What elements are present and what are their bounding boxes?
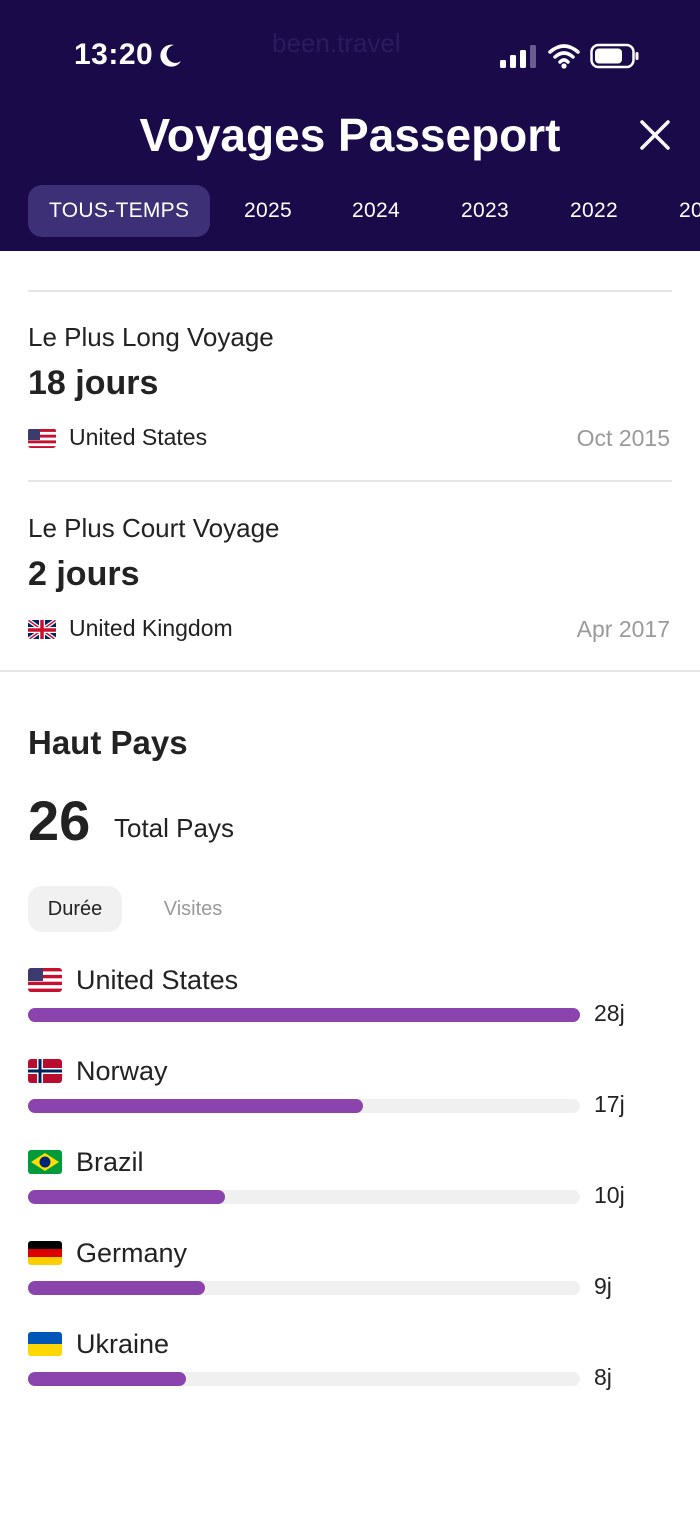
page-title: Voyages Passeport [139,109,561,161]
status-time: 13:20 [74,38,154,71]
country-name: United States [76,964,239,995]
duration-bar-track [28,1099,580,1113]
year-tabs: TOUS-TEMPS 2025 2024 2023 2022 2021 [0,185,700,237]
duration-value: 17j [594,1091,625,1117]
cellular-signal-icon [500,45,536,68]
duration-value: 9j [594,1273,612,1299]
tab-2025[interactable]: 2025 [244,185,292,237]
germany-flag-icon [28,1241,62,1265]
brazil-flag-icon [28,1150,62,1174]
country-row-norway: Norway 17j [28,1053,668,1133]
tab-2023[interactable]: 2023 [461,185,509,237]
tab-2022[interactable]: 2022 [570,185,618,237]
section-divider [0,670,700,672]
country-row-germany: Germany 9j [28,1235,668,1315]
divider [28,290,672,292]
shortest-trip-country-name: United Kingdom [69,615,233,641]
duration-bar-fill [28,1281,206,1295]
duration-bar-track [28,1190,580,1204]
duration-value: 28j [594,1000,625,1026]
close-icon[interactable] [638,118,672,152]
norway-flag-icon [28,1059,62,1083]
country-name: Norway [76,1055,168,1086]
country-row-united-states: United States 28j [28,962,668,1042]
divider [28,480,672,482]
duration-value: 8j [594,1364,612,1390]
duration-bar-track [28,1281,580,1295]
country-row-brazil: Brazil 10j [28,1144,668,1224]
duration-bar-track [28,1008,580,1022]
us-flag-icon [28,428,56,448]
country-name: Brazil [76,1146,144,1177]
ukraine-flag-icon [28,1332,62,1356]
duration-bar-fill [28,1099,364,1113]
shortest-trip-label: Le Plus Court Voyage [28,513,280,543]
duration-bar-fill [28,1008,580,1022]
shortest-trip-date: Apr 2017 [576,616,670,642]
uk-flag-icon [28,618,56,639]
shortest-trip-value: 2 jours [28,555,140,593]
moon-icon [160,44,181,67]
tab-all-time[interactable]: TOUS-TEMPS [28,185,211,237]
us-flag-icon [28,968,62,992]
tab-2021[interactable]: 2021 [679,185,700,237]
battery-icon [590,43,639,69]
country-row-ukraine: Ukraine 8j [28,1326,668,1406]
longest-trip-label: Le Plus Long Voyage [28,322,274,352]
country-name: Ukraine [76,1328,170,1359]
wifi-icon [548,44,580,69]
total-countries-count: 26 [28,789,91,852]
watermark: been.travel [272,28,401,58]
duration-value: 10j [594,1182,625,1208]
duration-bar-fill [28,1372,186,1386]
duration-bar-fill [28,1190,226,1204]
top-countries-title: Haut Pays [28,724,188,761]
longest-trip-country-name: United States [69,424,208,450]
segment-visits[interactable]: Visites [150,886,236,932]
duration-bar-track [28,1372,580,1386]
app-header: 13:20 been.travel Voyages Passeport TOUS… [0,0,700,251]
tab-2024[interactable]: 2024 [352,185,400,237]
total-countries-label: Total Pays [114,813,234,843]
shortest-trip-country: United Kingdom [28,615,233,642]
longest-trip-value: 18 jours [28,364,159,402]
segment-duration[interactable]: Durée [28,886,122,932]
country-name: Germany [76,1237,188,1268]
longest-trip-country: United States [28,424,207,451]
longest-trip-date: Oct 2015 [576,425,670,451]
